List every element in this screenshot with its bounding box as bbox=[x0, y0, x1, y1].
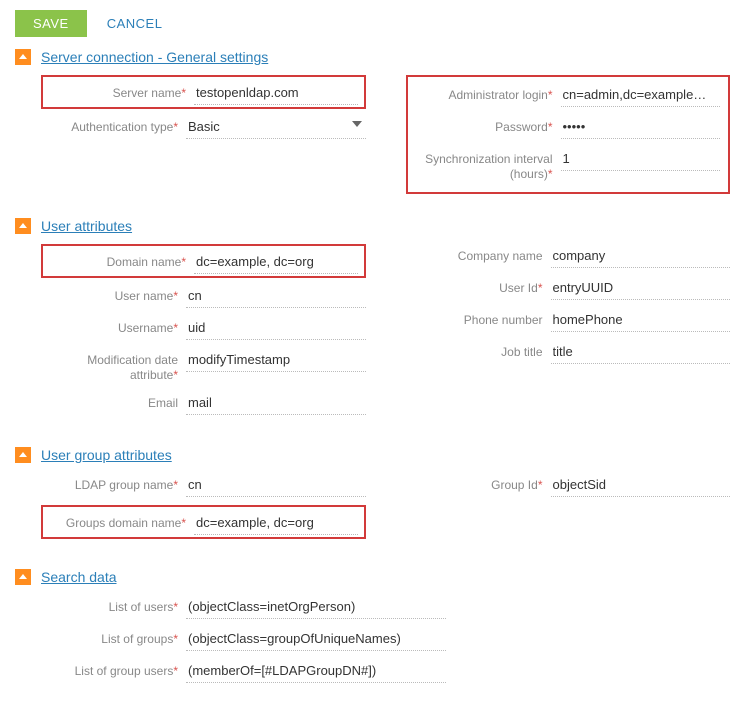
phone-input[interactable] bbox=[551, 308, 731, 332]
section-search-data: Search data List of users* List of group… bbox=[15, 569, 730, 683]
section-server-connection: Server connection - General settings Ser… bbox=[15, 49, 730, 194]
list-group-users-input[interactable] bbox=[186, 659, 446, 683]
job-title-input[interactable] bbox=[551, 340, 731, 364]
company-name-input[interactable] bbox=[551, 244, 731, 268]
collapse-toggle-server[interactable] bbox=[15, 49, 31, 65]
collapse-toggle-user-attrs[interactable] bbox=[15, 218, 31, 234]
server-name-input[interactable] bbox=[194, 81, 358, 105]
admin-login-input[interactable] bbox=[561, 83, 721, 107]
chevron-down-icon bbox=[352, 121, 362, 127]
label-mod-date: Modification date attribute* bbox=[41, 348, 186, 383]
label-phone: Phone number bbox=[406, 308, 551, 328]
label-user-name: User name* bbox=[41, 284, 186, 304]
label-company-name: Company name bbox=[406, 244, 551, 264]
label-list-group-users: List of group users* bbox=[41, 659, 186, 679]
section-title-search-data: Search data bbox=[41, 569, 117, 585]
section-title-server: Server connection - General settings bbox=[41, 49, 268, 65]
label-group-id: Group Id* bbox=[406, 473, 551, 493]
section-user-attributes: User attributes Domain name* User name* … bbox=[15, 218, 730, 423]
user-id-input[interactable] bbox=[551, 276, 731, 300]
label-list-groups: List of groups* bbox=[41, 627, 186, 647]
email-input[interactable] bbox=[186, 391, 366, 415]
list-groups-input[interactable] bbox=[186, 627, 446, 651]
label-server-name: Server name* bbox=[49, 81, 194, 101]
auth-type-select[interactable] bbox=[186, 115, 366, 139]
sync-interval-input[interactable] bbox=[561, 147, 721, 171]
collapse-toggle-search-data[interactable] bbox=[15, 569, 31, 585]
user-name-input[interactable] bbox=[186, 284, 366, 308]
mod-date-input[interactable] bbox=[186, 348, 366, 372]
save-button[interactable]: SAVE bbox=[15, 10, 87, 37]
label-email: Email bbox=[41, 391, 186, 411]
groups-domain-name-input[interactable] bbox=[194, 511, 358, 535]
label-username: Username* bbox=[41, 316, 186, 336]
group-id-input[interactable] bbox=[551, 473, 731, 497]
label-auth-type: Authentication type* bbox=[41, 115, 186, 135]
top-toolbar: SAVE CANCEL bbox=[15, 10, 730, 37]
label-job-title: Job title bbox=[406, 340, 551, 360]
chevron-up-icon bbox=[18, 572, 28, 582]
section-user-group-attributes: User group attributes LDAP group name* G… bbox=[15, 447, 730, 545]
label-sync-interval: Synchronization interval (hours)* bbox=[416, 147, 561, 182]
cancel-button[interactable]: CANCEL bbox=[107, 16, 163, 31]
label-domain-name: Domain name* bbox=[49, 250, 194, 270]
chevron-up-icon bbox=[18, 450, 28, 460]
label-list-users: List of users* bbox=[41, 595, 186, 615]
password-input[interactable] bbox=[561, 115, 721, 139]
label-admin-login: Administrator login* bbox=[416, 83, 561, 103]
label-groups-domain-name: Groups domain name* bbox=[49, 511, 194, 531]
label-password: Password* bbox=[416, 115, 561, 135]
chevron-up-icon bbox=[18, 52, 28, 62]
list-users-input[interactable] bbox=[186, 595, 446, 619]
chevron-up-icon bbox=[18, 221, 28, 231]
domain-name-input[interactable] bbox=[194, 250, 358, 274]
section-title-group-attrs: User group attributes bbox=[41, 447, 172, 463]
section-title-user-attrs: User attributes bbox=[41, 218, 132, 234]
username-input[interactable] bbox=[186, 316, 366, 340]
label-ldap-group-name: LDAP group name* bbox=[41, 473, 186, 493]
ldap-group-name-input[interactable] bbox=[186, 473, 366, 497]
collapse-toggle-group-attrs[interactable] bbox=[15, 447, 31, 463]
label-user-id: User Id* bbox=[406, 276, 551, 296]
